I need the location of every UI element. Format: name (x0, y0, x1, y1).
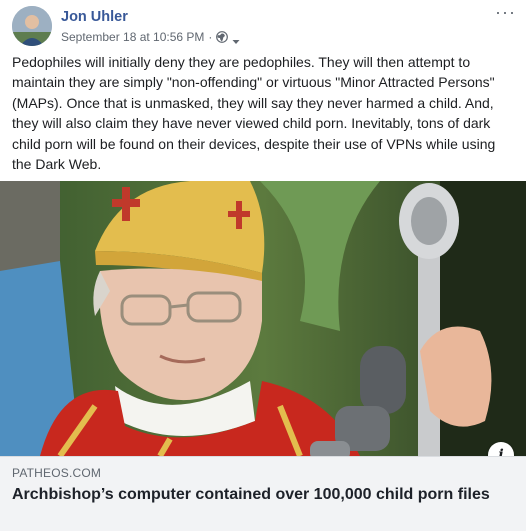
link-domain: PATHEOS.COM (12, 466, 102, 480)
link-preview-card[interactable]: PATHEOS.COM Archbishop’s computer contai… (0, 456, 526, 531)
post-header: Jon Uhler September 18 at 10:56 PM · ··· (0, 0, 526, 50)
globe-icon (216, 31, 229, 43)
meta-separator: · (208, 30, 213, 44)
post-timestamp[interactable]: September 18 at 10:56 PM (61, 30, 204, 44)
more-options-icon[interactable]: ··· (495, 3, 516, 21)
link-image[interactable]: i (0, 181, 526, 456)
author-name-link[interactable]: Jon Uhler (61, 9, 128, 25)
post-text: Pedophiles will initially deny they are … (12, 54, 496, 173)
audience-dropdown-icon[interactable] (232, 34, 240, 44)
link-title[interactable]: Archbishop’s computer contained over 100… (12, 485, 492, 505)
post-meta: September 18 at 10:56 PM · (61, 30, 240, 44)
avatar[interactable] (12, 6, 52, 46)
